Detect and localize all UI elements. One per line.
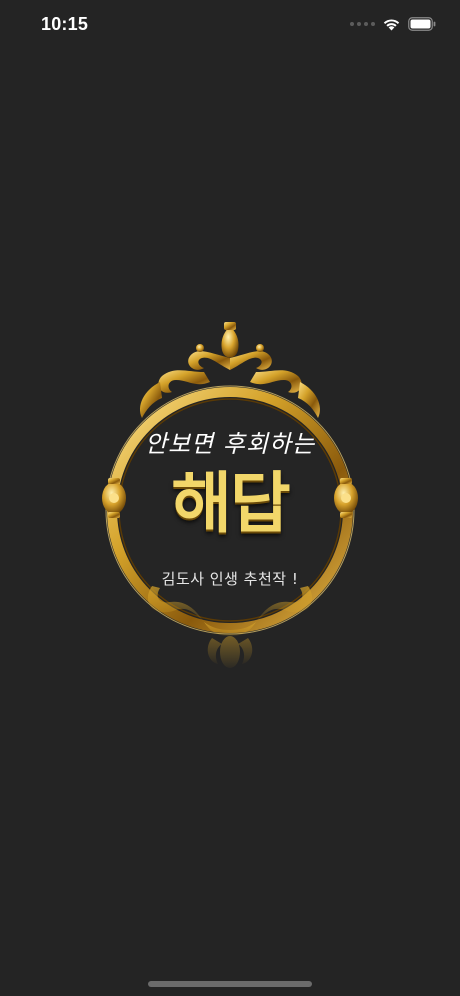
status-bar: 10:15 <box>0 0 460 50</box>
app-name-title: 해답 <box>171 465 290 542</box>
battery-icon <box>408 17 436 31</box>
wifi-icon <box>383 19 400 31</box>
cellular-signal-icon <box>350 22 375 26</box>
status-icons <box>350 14 436 34</box>
app-logo: 안보면 후회하는 해답 김도사 인생 추천작 ! <box>100 318 360 678</box>
status-time: 10:15 <box>41 14 89 34</box>
splash-screen: 10:15 안보면 후회하는 해답 김도사 인생 추천작 ! <box>0 0 460 996</box>
home-indicator[interactable] <box>148 981 312 987</box>
tagline-text: 안보면 후회하는 <box>144 430 316 458</box>
subtitle-text: 김도사 인생 추천작 ! <box>161 570 299 588</box>
